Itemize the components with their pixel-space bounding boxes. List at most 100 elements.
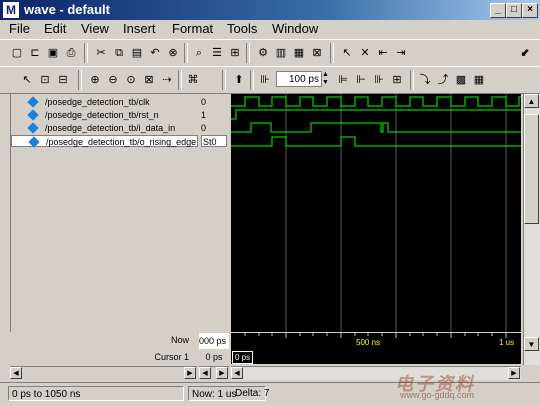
- cursor-strip[interactable]: 0 ps: [231, 350, 521, 364]
- compile-icon[interactable]: ⚙: [254, 44, 272, 62]
- step-icon[interactable]: ⤵: [416, 71, 434, 89]
- library-icon[interactable]: ▥: [272, 44, 290, 62]
- menu-file[interactable]: File: [9, 21, 30, 36]
- restart-icon[interactable]: ▩: [452, 71, 470, 89]
- undo-icon[interactable]: ↶: [146, 44, 164, 62]
- save-icon[interactable]: ▣: [44, 44, 62, 62]
- open-folder-icon[interactable]: ⊏: [26, 44, 44, 62]
- menu-insert[interactable]: Insert: [123, 21, 156, 36]
- signal-value: 0: [201, 123, 207, 133]
- o-rising-edge-waveform[interactable]: [231, 136, 521, 147]
- step-over-icon[interactable]: ⤴: [434, 71, 452, 89]
- run-length-icon[interactable]: ⊪: [256, 71, 274, 89]
- menu-bar: File Edit View Insert Format Tools Windo…: [0, 20, 540, 38]
- scroll-up-icon[interactable]: ▲: [524, 94, 539, 108]
- menu-view[interactable]: View: [81, 21, 109, 36]
- dataflow-icon[interactable]: ⊟: [54, 71, 72, 89]
- signal-value-selected: St0: [201, 135, 227, 147]
- toolbar-separator: [330, 43, 334, 63]
- wave-hscroll[interactable]: ◀ ▶: [231, 366, 521, 380]
- up-arrow-icon[interactable]: ⬆: [230, 71, 248, 89]
- find-icon[interactable]: ⌕: [190, 44, 208, 62]
- minimize-button[interactable]: _: [490, 3, 506, 18]
- zoom-in-icon[interactable]: ⊕: [86, 71, 104, 89]
- signal-values-panel: 0 1 0 St0: [199, 94, 229, 332]
- signal-diamond-icon: [27, 121, 39, 134]
- step-in-icon[interactable]: ⇤: [374, 44, 392, 62]
- signal-row[interactable]: /posedge_detection_tb/i_data_in: [11, 121, 198, 134]
- delete-icon[interactable]: ⊗: [164, 44, 182, 62]
- clk-waveform[interactable]: [231, 96, 521, 107]
- run-length-input[interactable]: 100 ps: [276, 71, 322, 87]
- menu-edit[interactable]: Edit: [44, 21, 66, 36]
- wave-toolbar: ↖ ⊡ ⊟ ⊕ ⊖ ⊙ ⊠ ⇢ ⌘ ⬆ ⊪ 100 ps ▲ ▼ ⊫ ⊩ ⊪ ⊞ …: [0, 66, 540, 94]
- signal-row[interactable]: /posedge_detection_tb/rst_n: [11, 108, 198, 121]
- memory-icon[interactable]: ▦: [290, 44, 308, 62]
- status-range: 0 ps to 1050 ns: [8, 386, 184, 401]
- run-all-icon[interactable]: ⊪: [370, 71, 388, 89]
- toolbar-separator: [178, 70, 182, 90]
- run-length-spinner[interactable]: ▲ ▼: [322, 71, 330, 87]
- values-hscroll[interactable]: ◀ ▶: [199, 366, 229, 380]
- maximize-button[interactable]: □: [506, 3, 522, 18]
- scroll-right-icon[interactable]: ▶: [216, 367, 228, 379]
- split-icon[interactable]: ⊞: [226, 44, 244, 62]
- signal-name: /posedge_detection_tb/i_data_in: [45, 123, 176, 133]
- waveform-svg: [231, 94, 521, 332]
- edit-mode-icon[interactable]: ⊡: [36, 71, 54, 89]
- tick-label-1us: 1 us: [499, 338, 515, 347]
- toolbar-separator: [246, 43, 250, 63]
- cursor-value: 0 ps: [205, 352, 223, 362]
- tick-label-500ns: 500 ns: [356, 338, 381, 347]
- names-hscroll[interactable]: ◀ ▶: [10, 366, 197, 380]
- signal-name: /posedge_detection_tb/clk: [45, 97, 150, 107]
- time-ruler[interactable]: 500 ns 1 us: [231, 333, 521, 350]
- menu-window[interactable]: Window: [272, 21, 318, 36]
- cut-icon[interactable]: ✂: [92, 44, 110, 62]
- continue-icon[interactable]: ⊩: [352, 71, 370, 89]
- timeline-labels: Now Cursor 1: [10, 333, 197, 365]
- scroll-left-icon[interactable]: ◀: [231, 367, 243, 379]
- signal-diamond-icon: [28, 135, 40, 148]
- pointer-icon[interactable]: ↖: [18, 71, 36, 89]
- list-icon[interactable]: ☰: [208, 44, 226, 62]
- toolbar-separator: [78, 70, 82, 90]
- menu-tools[interactable]: Tools: [227, 21, 257, 36]
- undock-icon[interactable]: ⬋: [516, 44, 534, 62]
- paste-icon[interactable]: ▤: [128, 44, 146, 62]
- signal-name: /posedge_detection_tb/o_rising_edge: [46, 137, 197, 147]
- stop-icon[interactable]: ▦: [470, 71, 488, 89]
- zoom-region-icon[interactable]: ⊠: [140, 71, 158, 89]
- remove-icon[interactable]: ✕: [356, 44, 374, 62]
- step-out-icon[interactable]: ⇥: [392, 44, 410, 62]
- signal-row[interactable]: /posedge_detection_tb/clk: [11, 95, 198, 108]
- zoom-full-icon[interactable]: ⊙: [122, 71, 140, 89]
- waveform-canvas[interactable]: [231, 94, 521, 332]
- run-icon[interactable]: ⊫: [334, 71, 352, 89]
- bookmark-icon[interactable]: ⌘: [184, 71, 202, 89]
- menu-format[interactable]: Format: [172, 21, 213, 36]
- scroll-left-icon[interactable]: ◀: [10, 367, 22, 379]
- scroll-right-icon[interactable]: ▶: [184, 367, 196, 379]
- now-value: 000 ps: [199, 333, 229, 349]
- close-button[interactable]: ×: [522, 3, 538, 18]
- modelsim-app-icon[interactable]: M: [3, 2, 19, 18]
- zoom-out-icon[interactable]: ⊖: [104, 71, 122, 89]
- new-file-icon[interactable]: ▢: [8, 44, 26, 62]
- zoom-cursor-icon[interactable]: ⇢: [158, 71, 176, 89]
- i-data-in-waveform[interactable]: [231, 122, 521, 133]
- scroll-right-icon[interactable]: ▶: [508, 367, 520, 379]
- copy-icon[interactable]: ⧉: [110, 44, 128, 62]
- rst-n-waveform[interactable]: [231, 109, 521, 120]
- select-pointer-icon[interactable]: ↖: [338, 44, 356, 62]
- cursor-flag[interactable]: 0 ps: [232, 351, 254, 364]
- signal-row-selected[interactable]: /posedge_detection_tb/o_rising_edge: [11, 135, 198, 148]
- scroll-thumb[interactable]: [524, 114, 539, 224]
- vertical-scrollbar[interactable]: ▲ ▼: [523, 94, 540, 365]
- scroll-down-icon[interactable]: ▼: [524, 337, 539, 351]
- scroll-left-icon[interactable]: ◀: [199, 367, 211, 379]
- break-icon[interactable]: ⊞: [388, 71, 406, 89]
- clear-icon[interactable]: ⊠: [308, 44, 326, 62]
- window-title: wave - default: [24, 2, 110, 17]
- print-icon[interactable]: ⎙: [62, 44, 80, 62]
